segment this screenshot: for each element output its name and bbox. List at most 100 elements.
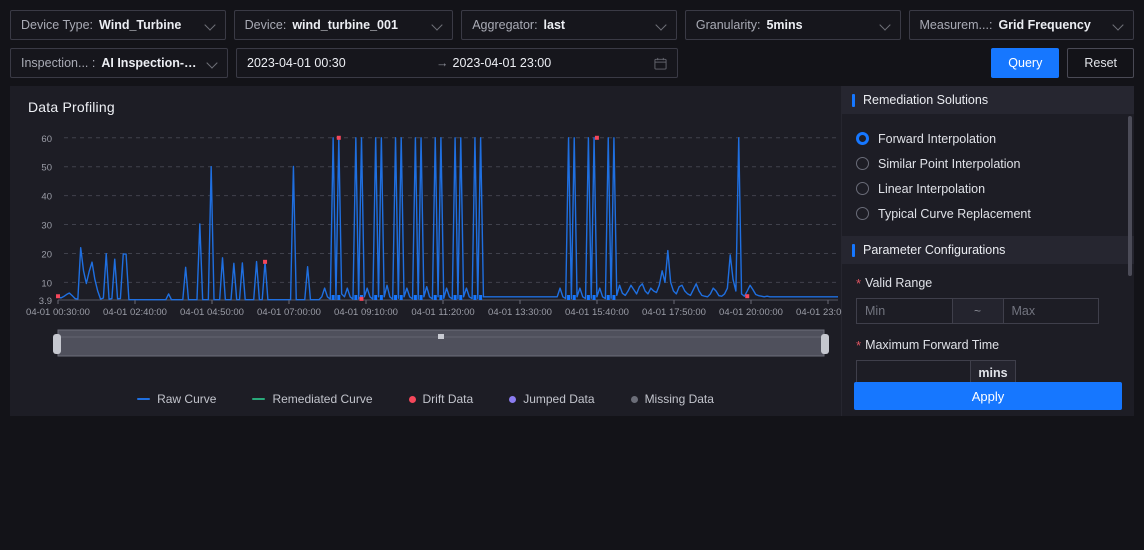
valid-range-max-input[interactable] xyxy=(1003,298,1100,324)
svg-text:50: 50 xyxy=(41,163,52,174)
valid-range-label: * Valid Range xyxy=(856,276,1120,290)
svg-text:04-01 00:30:00: 04-01 00:30:00 xyxy=(26,307,90,318)
radio-forward-interpolation[interactable]: Forward Interpolation xyxy=(856,126,1134,151)
legend-label: Drift Data xyxy=(423,392,474,406)
date-range-start[interactable]: 2023-04-01 00:30 xyxy=(247,56,432,70)
measurement-value: Grid Frequency xyxy=(998,18,1105,32)
required-marker: * xyxy=(856,277,861,290)
legend-marker xyxy=(631,396,638,403)
maximum-forward-time-input-group: mins xyxy=(856,360,1016,382)
inspection-select[interactable]: Inspection... : AI Inspection-Cooli... xyxy=(10,48,228,78)
chevron-down-icon xyxy=(207,57,219,69)
granularity-label: Granularity: xyxy=(696,18,761,32)
svg-text:3.9: 3.9 xyxy=(39,296,52,307)
radio-icon[interactable] xyxy=(856,157,869,170)
remediation-options-group: Forward Interpolation Similar Point Inte… xyxy=(842,114,1134,236)
filter-row-1: Device Type: Wind_Turbine Device: wind_t… xyxy=(10,10,1134,40)
remediation-panel: Remediation Solutions Forward Interpolat… xyxy=(842,86,1134,416)
apply-button[interactable]: Apply xyxy=(854,382,1122,410)
calendar-icon[interactable] xyxy=(654,57,667,70)
parameter-configurations-header: Parameter Configurations xyxy=(842,236,1134,264)
aggregator-value: last xyxy=(544,18,648,32)
svg-text:04-01 07:00:00: 04-01 07:00:00 xyxy=(257,307,321,318)
device-type-label: Device Type: xyxy=(21,18,93,32)
chevron-down-icon xyxy=(880,19,892,31)
required-marker: * xyxy=(856,339,861,352)
query-button[interactable]: Query xyxy=(991,48,1059,78)
legend-label: Missing Data xyxy=(645,392,714,406)
panel-scrollbar[interactable] xyxy=(1128,116,1132,276)
maximum-forward-time-unit: mins xyxy=(970,360,1016,382)
device-value: wind_turbine_001 xyxy=(292,18,424,32)
maximum-forward-time-input[interactable] xyxy=(856,360,970,382)
date-range-end[interactable]: 2023-04-01 23:00 xyxy=(453,56,655,70)
radio-linear-interpolation[interactable]: Linear Interpolation xyxy=(856,176,1134,201)
legend-item-raw-curve[interactable]: Raw Curve xyxy=(137,392,216,406)
inspection-value: AI Inspection-Cooli... xyxy=(101,56,199,70)
valid-range-label-text: Valid Range xyxy=(865,276,932,290)
svg-text:04-01 04:50:00: 04-01 04:50:00 xyxy=(180,307,244,318)
svg-text:60: 60 xyxy=(41,134,52,145)
svg-text:40: 40 xyxy=(41,192,52,203)
radio-similar-point-interpolation[interactable]: Similar Point Interpolation xyxy=(856,151,1134,176)
device-type-select[interactable]: Device Type: Wind_Turbine xyxy=(10,10,226,40)
svg-text:04-01 13:30:00: 04-01 13:30:00 xyxy=(488,307,552,318)
date-range-separator: → xyxy=(436,56,449,70)
svg-text:04-01 17:50:00: 04-01 17:50:00 xyxy=(642,307,706,318)
date-range-picker[interactable]: 2023-04-01 00:30 → 2023-04-01 23:00 xyxy=(236,48,678,78)
svg-text:04-01 11:20:00: 04-01 11:20:00 xyxy=(411,307,474,318)
svg-text:04-01 02:40:00: 04-01 02:40:00 xyxy=(103,307,167,318)
legend-item-missing-data[interactable]: Missing Data xyxy=(631,392,714,406)
radio-label: Forward Interpolation xyxy=(878,132,996,146)
legend-label: Raw Curve xyxy=(157,392,216,406)
svg-text:04-01 20:00:00: 04-01 20:00:00 xyxy=(719,307,783,318)
radio-icon[interactable] xyxy=(856,207,869,220)
svg-text:04-01 23:00:00: 04-01 23:00:00 xyxy=(796,307,842,318)
device-type-value: Wind_Turbine xyxy=(99,18,197,32)
measurement-label: Measurem...: xyxy=(920,18,993,32)
legend-marker xyxy=(409,396,416,403)
remediation-solutions-header: Remediation Solutions xyxy=(842,86,1134,114)
legend-marker xyxy=(509,396,516,403)
legend-item-remediated-curve[interactable]: Remediated Curve xyxy=(252,392,372,406)
svg-text:20: 20 xyxy=(41,249,52,260)
aggregator-label: Aggregator: xyxy=(472,18,537,32)
radio-label: Similar Point Interpolation xyxy=(878,157,1020,171)
radio-typical-curve-replacement[interactable]: Typical Curve Replacement xyxy=(856,201,1134,226)
data-profiling-chart[interactable]: 3.9 10 20 30 40 50 60 04-01 00:30:00 04-01 02:40… xyxy=(10,124,842,372)
maximum-forward-time-label-text: Maximum Forward Time xyxy=(865,338,999,352)
chevron-down-icon xyxy=(1113,19,1125,31)
maximum-forward-time-label: * Maximum Forward Time xyxy=(856,338,1120,352)
device-select[interactable]: Device: wind_turbine_001 xyxy=(234,10,454,40)
chevron-down-icon xyxy=(432,19,444,31)
parameter-form: * Valid Range ~ * Maximum Forward Time m… xyxy=(842,264,1134,382)
legend-marker xyxy=(137,398,150,400)
granularity-select[interactable]: Granularity: 5mins xyxy=(685,10,901,40)
filter-toolbar: Device Type: Wind_Turbine Device: wind_t… xyxy=(0,0,1144,78)
valid-range-min-input[interactable] xyxy=(856,298,953,324)
legend-item-jumped-data[interactable]: Jumped Data xyxy=(509,392,594,406)
chart-legend: Raw Curve Remediated Curve Drift Data Ju… xyxy=(10,392,841,406)
apply-bar: Apply xyxy=(842,382,1134,416)
legend-marker xyxy=(252,398,265,400)
radio-icon[interactable] xyxy=(856,182,869,195)
legend-item-drift-data[interactable]: Drift Data xyxy=(409,392,474,406)
device-label: Device: xyxy=(245,18,287,32)
measurement-select[interactable]: Measurem...: Grid Frequency xyxy=(909,10,1135,40)
granularity-value: 5mins xyxy=(766,18,871,32)
svg-text:04-01 15:40:00: 04-01 15:40:00 xyxy=(565,307,629,318)
reset-button[interactable]: Reset xyxy=(1067,48,1134,78)
legend-label: Jumped Data xyxy=(523,392,594,406)
page-title: Data Profiling xyxy=(28,99,115,115)
radio-label: Typical Curve Replacement xyxy=(878,207,1031,221)
filter-row-2: Inspection... : AI Inspection-Cooli... 2… xyxy=(10,48,1134,78)
panel-scroll-area: Remediation Solutions Forward Interpolat… xyxy=(842,86,1134,382)
aggregator-select[interactable]: Aggregator: last xyxy=(461,10,677,40)
data-profiling-card: Data Profiling 3.9 10 20 30 40 50 60 04-01 00:3… xyxy=(10,86,842,416)
chevron-down-icon xyxy=(656,19,668,31)
radio-icon[interactable] xyxy=(856,132,869,145)
chart-canvas: 3.9 10 20 30 40 50 60 04-01 00:30:00 04-01 02:40… xyxy=(10,124,842,372)
svg-text:10: 10 xyxy=(41,278,52,289)
svg-text:04-01 09:10:00: 04-01 09:10:00 xyxy=(334,307,398,318)
svg-text:30: 30 xyxy=(41,221,52,232)
